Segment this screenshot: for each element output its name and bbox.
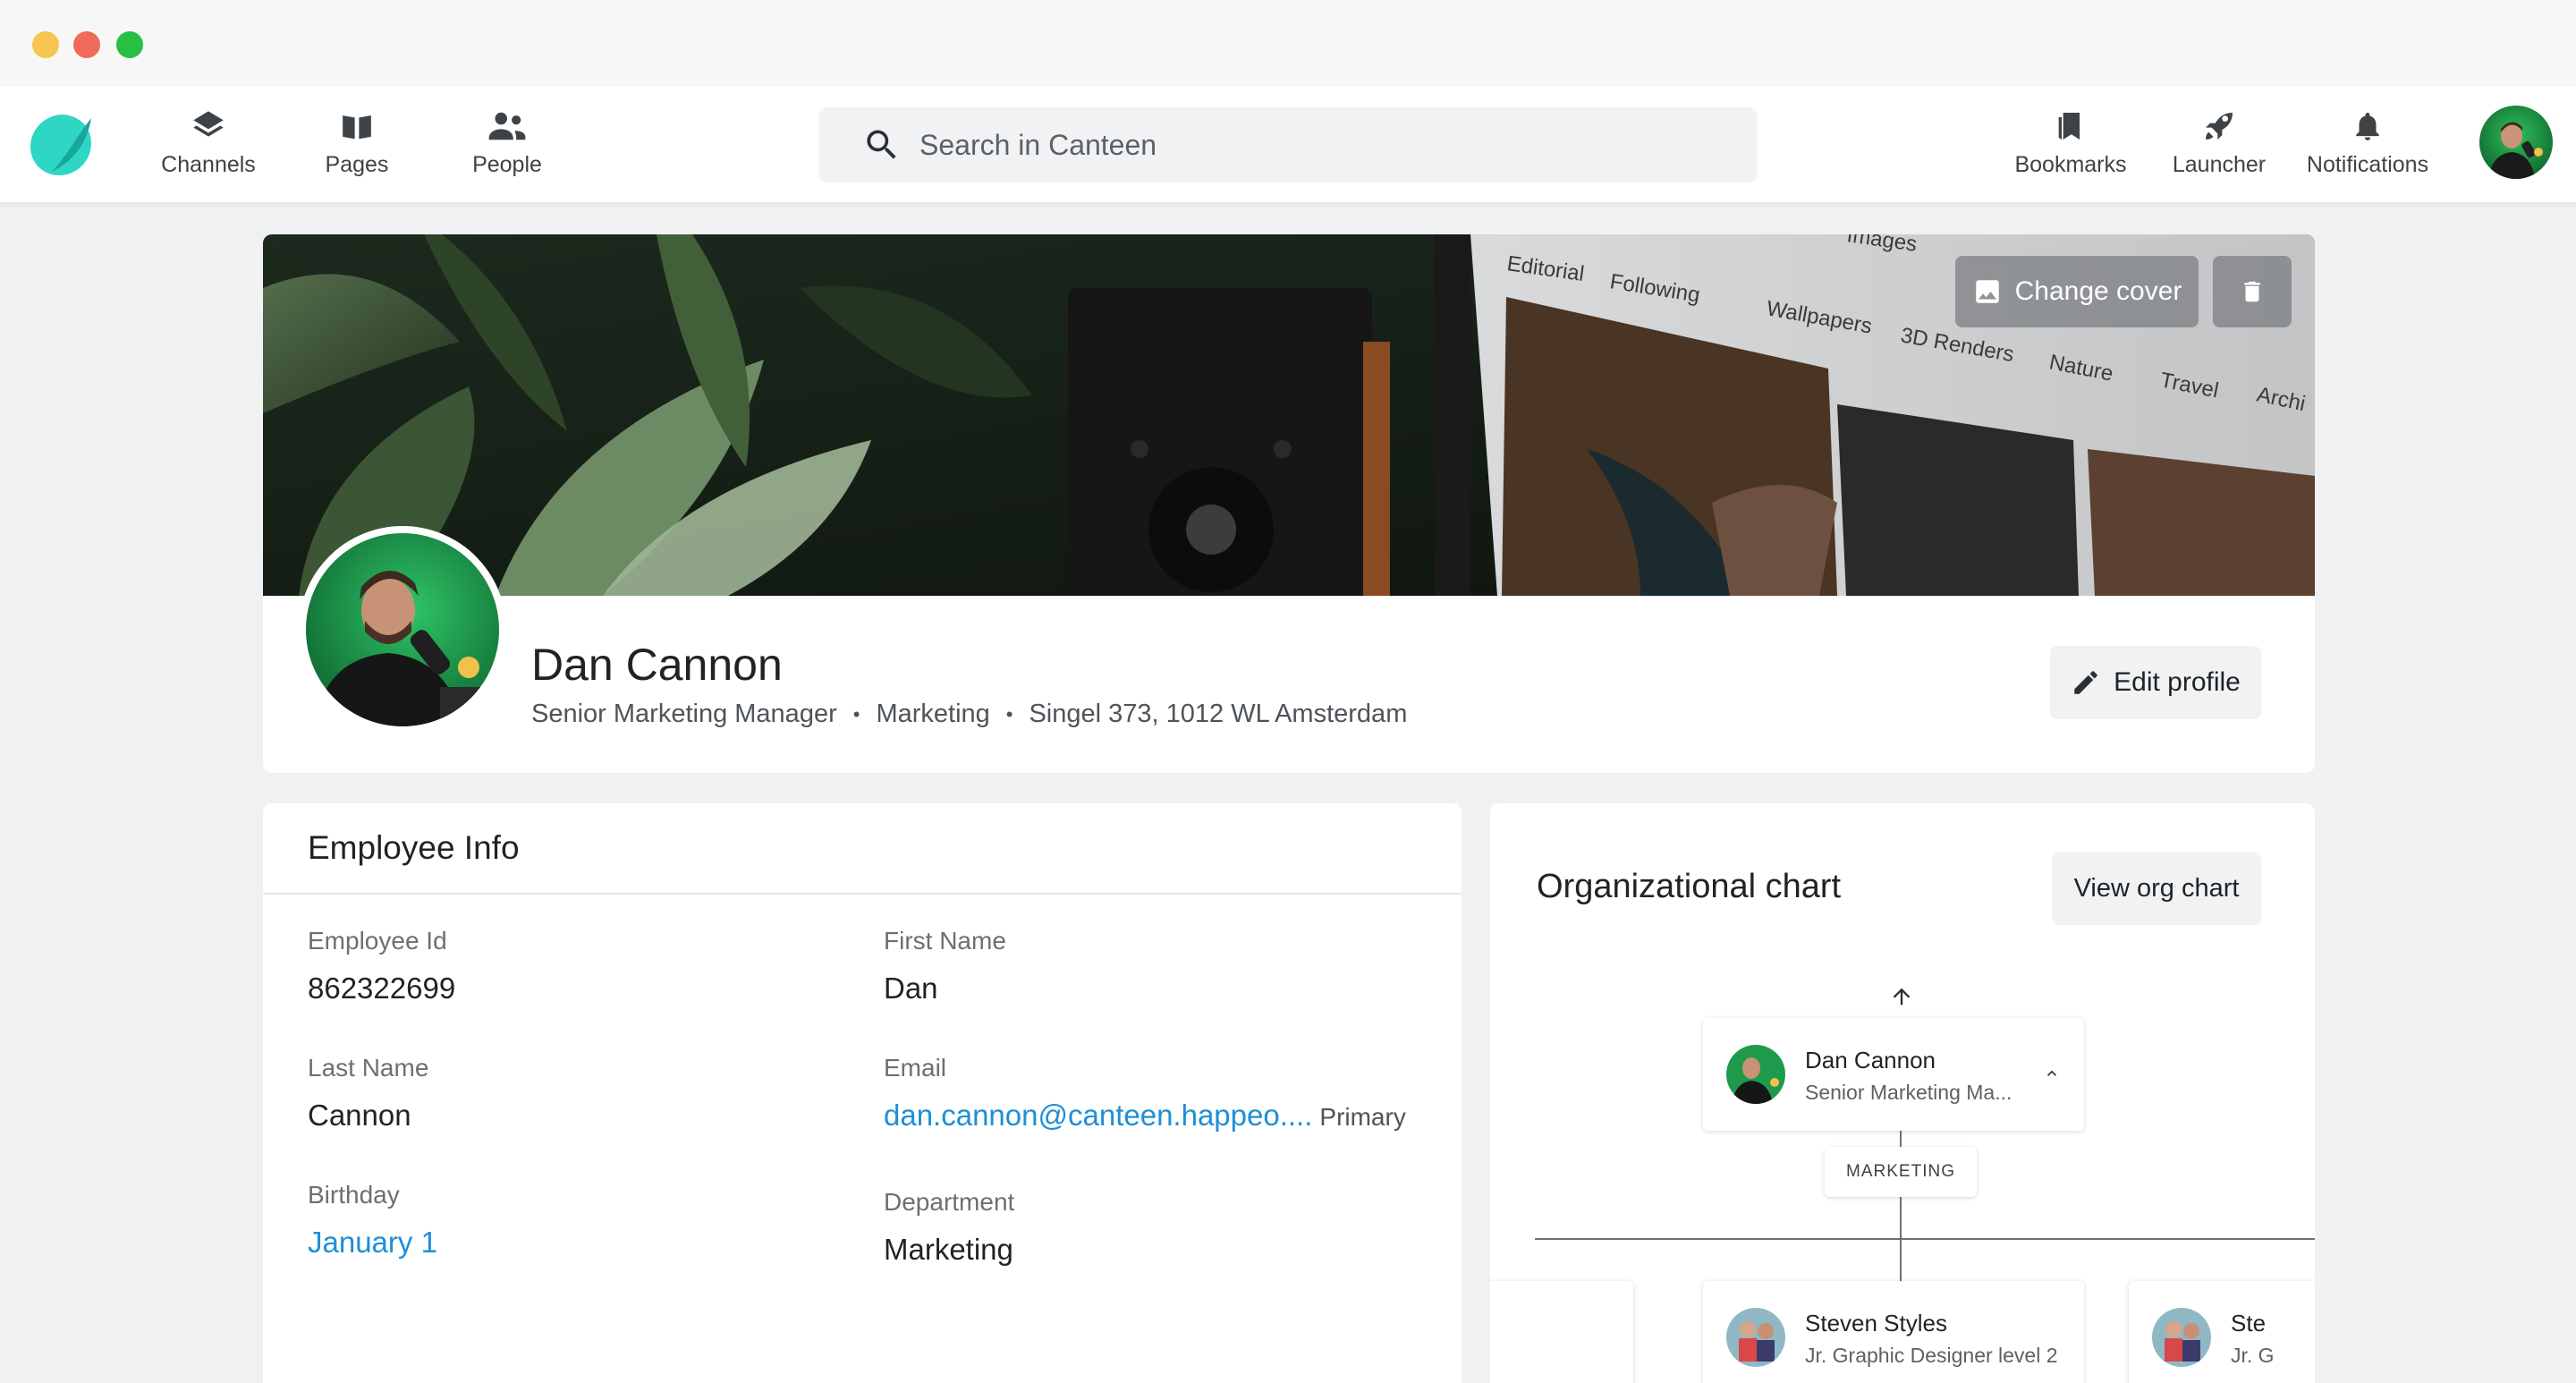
image-icon	[1975, 280, 1999, 303]
bookmark-icon	[2053, 106, 2089, 147]
nav-item-label: Channels	[161, 152, 256, 177]
field-value: Dan	[884, 971, 938, 1005]
pencil-icon	[2074, 671, 2097, 694]
org-node-name: Ste	[2231, 1310, 2267, 1336]
nav-item-label: Notifications	[2306, 152, 2429, 177]
maximize-window-button[interactable]	[116, 31, 143, 58]
org-chart-card: Organizational chart View org chart Dan …	[1490, 803, 2315, 1383]
field-label: Last Name	[308, 1054, 429, 1082]
nav-item-label: Launcher	[2172, 152, 2267, 177]
org-chart-title: Organizational chart	[1537, 868, 1842, 905]
top-navigation-bar: Channels Pages People Bookmarks Launcher…	[0, 86, 2576, 204]
profile-location: Singel 373, 1012 WL Amsterdam	[1029, 700, 1408, 728]
employee-info-title: Employee Info	[263, 803, 1462, 895]
field-value: Marketing	[884, 1233, 1013, 1266]
nav-item-people[interactable]: People	[440, 106, 574, 186]
org-node-report-partial[interactable]: Ste Jr. G	[2129, 1281, 2315, 1383]
avatar	[1726, 1308, 1785, 1367]
org-node-name: Dan Cannon	[1805, 1047, 1936, 1073]
trash-icon	[2244, 281, 2260, 302]
org-node-name: Steven Styles	[1805, 1310, 1947, 1336]
people-icon	[487, 106, 527, 147]
org-connector	[1900, 1131, 1902, 1147]
change-cover-button[interactable]: Change cover	[1955, 256, 2199, 327]
nav-item-label: Pages	[325, 152, 389, 177]
email-primary-badge: Primary	[1319, 1103, 1406, 1131]
org-node-partial-left[interactable]	[1490, 1281, 1633, 1383]
nav-item-notifications[interactable]: Notifications	[2301, 106, 2435, 186]
profile-job-title: Senior Marketing Manager	[531, 700, 837, 728]
profile-card: Editorial Following Wallpapers 3D Render…	[263, 234, 2315, 773]
view-org-chart-button[interactable]: View org chart	[2052, 852, 2261, 925]
field-label: Department	[884, 1188, 1015, 1216]
nav-item-pages[interactable]: Pages	[290, 106, 424, 186]
canteen-logo-icon[interactable]	[25, 109, 97, 181]
org-node-report[interactable]: Steven Styles Jr. Graphic Designer level…	[1703, 1281, 2084, 1383]
field-value: 862322699	[308, 971, 456, 1005]
book-icon	[339, 106, 375, 147]
field-last-name: Last Name Cannon	[308, 1054, 428, 1133]
nav-item-launcher[interactable]: Launcher	[2152, 106, 2286, 186]
org-node-role: Jr. G	[2231, 1344, 2275, 1367]
birthday-link[interactable]: January 1	[308, 1226, 437, 1260]
profile-name: Dan Cannon	[531, 640, 783, 690]
rocket-icon	[2201, 106, 2237, 147]
close-window-button[interactable]	[73, 31, 100, 58]
org-node-role: Jr. Graphic Designer level 2	[1805, 1344, 2058, 1367]
edit-profile-button[interactable]: Edit profile	[2050, 646, 2261, 719]
nav-item-bookmarks[interactable]: Bookmarks	[2004, 106, 2138, 186]
org-node-current[interactable]: Dan Cannon Senior Marketing Ma...	[1703, 1018, 2084, 1131]
layers-icon	[190, 106, 227, 147]
avatar	[2152, 1308, 2211, 1367]
user-avatar[interactable]	[2479, 106, 2553, 179]
delete-cover-button[interactable]	[2213, 256, 2292, 327]
profile-department: Marketing	[876, 700, 990, 728]
separator-dot: •	[852, 702, 860, 725]
org-node-role: Senior Marketing Ma...	[1805, 1081, 2012, 1104]
minimize-window-button[interactable]	[32, 31, 59, 58]
field-label: Email	[884, 1054, 947, 1082]
nav-item-label: People	[472, 152, 542, 177]
field-value: Cannon	[308, 1099, 411, 1132]
org-connector-horizontal	[1535, 1238, 2315, 1240]
avatar	[1726, 1045, 1785, 1104]
arrow-up-icon[interactable]	[1889, 984, 1914, 1009]
search-icon	[867, 130, 896, 159]
window-titlebar	[0, 0, 2576, 86]
nav-item-channels[interactable]: Channels	[141, 106, 275, 186]
bell-icon	[2351, 106, 2385, 147]
edit-profile-label: Edit profile	[2114, 667, 2241, 697]
field-label: Birthday	[308, 1181, 400, 1209]
profile-meta: Senior Marketing Manager • Marketing • S…	[531, 700, 1407, 729]
change-cover-label: Change cover	[2014, 276, 2182, 306]
chevron-up-icon[interactable]	[2043, 1065, 2061, 1082]
search-bar[interactable]	[819, 107, 1757, 182]
department-tag: MARKETING	[1825, 1147, 1977, 1197]
field-label: First Name	[884, 927, 1006, 955]
nav-item-label: Bookmarks	[2014, 152, 2127, 177]
field-email: Email dan.cannon@canteen.happeo.... Prim…	[884, 1054, 1406, 1133]
email-link[interactable]: dan.cannon@canteen.happeo....	[884, 1099, 1312, 1133]
search-input[interactable]	[919, 128, 1707, 162]
field-department: Department Marketing	[884, 1188, 1014, 1267]
employee-info-card: Employee Info Employee Id 862322699 Firs…	[263, 803, 1462, 1383]
separator-dot: •	[1005, 702, 1013, 725]
profile-avatar[interactable]	[299, 526, 506, 734]
field-birthday: Birthday January 1	[308, 1181, 437, 1260]
field-employee-id: Employee Id 862322699	[308, 927, 455, 1005]
field-first-name: First Name Dan	[884, 927, 1006, 1005]
field-label: Employee Id	[308, 927, 447, 955]
